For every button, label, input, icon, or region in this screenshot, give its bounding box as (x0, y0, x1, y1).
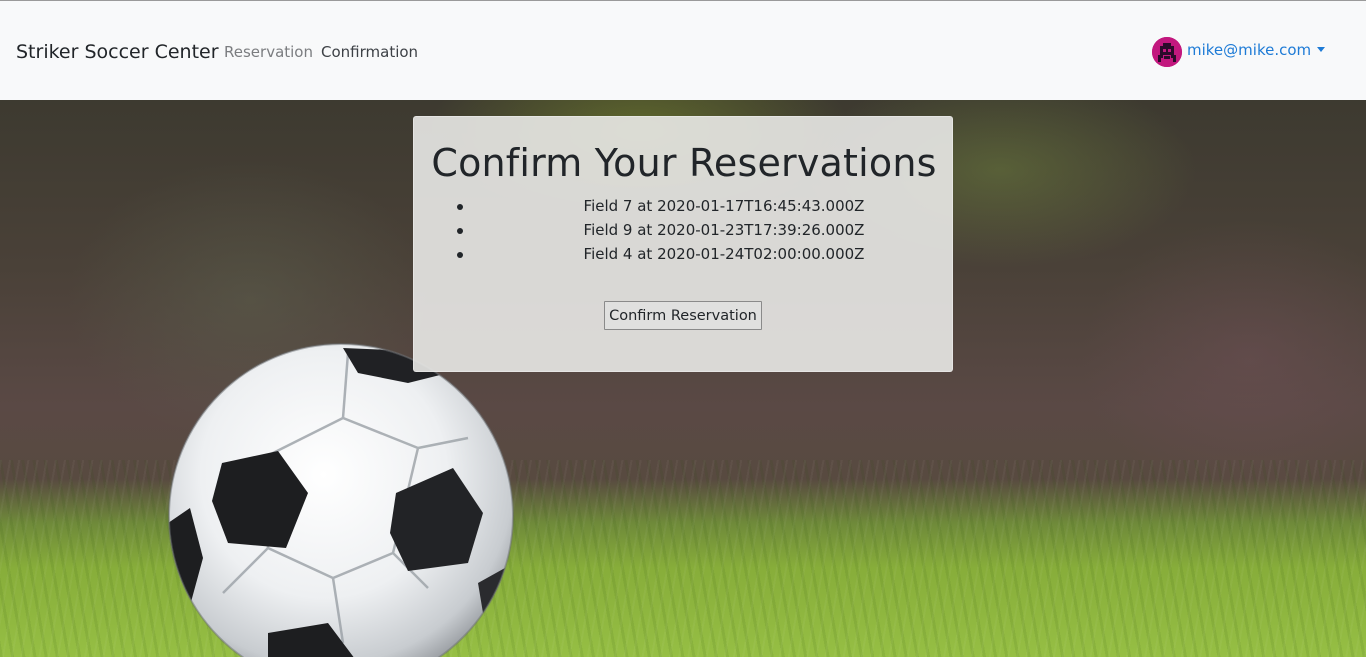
nav-link-reservation[interactable]: Reservation (224, 43, 313, 61)
caret-down-icon (1317, 47, 1326, 52)
confirm-reservations-card: Confirm Your Reservations Field 7 at 202… (413, 116, 953, 372)
brand-link[interactable]: Striker Soccer Center (16, 41, 219, 63)
reservation-text: Field 4 at 2020-01-24T02:00:00.000Z (583, 245, 865, 263)
reservation-text: Field 9 at 2020-01-23T17:39:26.000Z (583, 221, 865, 239)
list-item: Field 4 at 2020-01-24T02:00:00.000Z (414, 245, 954, 269)
list-item: Field 7 at 2020-01-17T16:45:43.000Z (414, 197, 954, 221)
reservation-list: Field 7 at 2020-01-17T16:45:43.000Z Fiel… (414, 197, 954, 269)
user-dropdown-toggle[interactable]: mike@mike.com (1152, 36, 1326, 67)
avatar (1152, 36, 1182, 67)
page-title: Confirm Your Reservations (431, 141, 937, 185)
nav-link-confirmation[interactable]: Confirmation (321, 43, 418, 61)
soccer-ball-image (168, 343, 514, 657)
bullet-icon (457, 228, 463, 234)
bullet-icon (457, 204, 463, 210)
list-item: Field 9 at 2020-01-23T17:39:26.000Z (414, 221, 954, 245)
reservation-text: Field 7 at 2020-01-17T16:45:43.000Z (583, 197, 865, 215)
pixel-avatar-icon (1152, 36, 1182, 67)
top-navbar: Striker Soccer Center Reservation Confir… (0, 0, 1366, 100)
confirm-reservation-button[interactable]: Confirm Reservation (604, 301, 762, 330)
user-email: mike@mike.com (1187, 41, 1312, 59)
bullet-icon (457, 252, 463, 258)
